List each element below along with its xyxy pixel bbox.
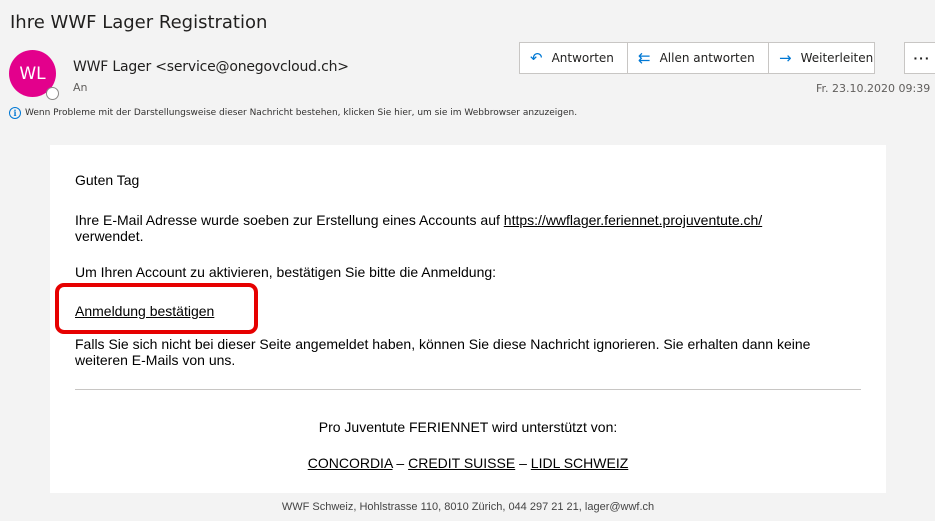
paragraph-account: Ihre E-Mail Adresse wurde soeben zur Ers… — [75, 212, 762, 244]
paragraph-ignore: Falls Sie sich nicht bei dieser Seite an… — [75, 336, 810, 368]
recipient-label[interactable]: An — [73, 81, 88, 94]
reply-all-button[interactable]: ⇇ Allen antworten — [628, 42, 769, 74]
sponsor-link-lidl-schweiz[interactable]: LIDL SCHWEIZ — [531, 455, 629, 471]
sponsors-intro: Pro Juventute FERIENNET wird unterstützt… — [318, 419, 618, 435]
more-icon: ··· — [913, 50, 931, 66]
reply-all-icon: ⇇ — [638, 49, 651, 67]
more-actions-button[interactable]: ··· — [904, 42, 935, 74]
paragraph-account-text: Ihre E-Mail Adresse wurde soeben zur Ers… — [75, 212, 504, 228]
paragraph-ignore-line1: Falls Sie sich nicht bei dieser Seite an… — [75, 336, 811, 352]
info-icon: i — [9, 107, 21, 119]
forward-button[interactable]: → Weiterleiten — [769, 42, 875, 74]
reply-all-label: Allen antworten — [659, 51, 755, 65]
sender-name[interactable]: WWF Lager <service@onegovcloud.ch> — [73, 59, 349, 75]
sponsor-separator: – — [519, 455, 527, 471]
avatar-initials: WL — [19, 63, 46, 84]
reply-label: Antworten — [551, 51, 614, 65]
footer-address: WWF Schweiz, Hohlstrasse 110, 8010 Züric… — [281, 501, 655, 513]
presence-indicator-icon — [46, 87, 59, 100]
message-actions: ↶ Antworten ⇇ Allen antworten → Weiterle… — [519, 42, 875, 74]
forward-label: Weiterleiten — [800, 51, 874, 65]
sponsor-separator: – — [396, 455, 405, 471]
sponsors-list: CONCORDIA – CREDIT SUISSE – LIDL SCHWEIZ — [50, 455, 886, 471]
info-bar-text: Wenn Probleme mit der Darstellungsweise … — [25, 108, 578, 118]
feriennet-link[interactable]: https://wwflager.feriennet.projuventute.… — [504, 212, 762, 228]
sponsor-link-concordia[interactable]: CONCORDIA — [308, 455, 393, 471]
paragraph-account-end: verwendet. — [75, 228, 144, 244]
mail-subject: Ihre WWF Lager Registration — [10, 12, 268, 33]
greeting: Guten Tag — [75, 172, 140, 188]
reply-button[interactable]: ↶ Antworten — [519, 42, 628, 74]
paragraph-activate: Um Ihren Account zu aktivieren, bestätig… — [75, 264, 497, 280]
paragraph-ignore-line2: weiteren E-Mails von uns. — [75, 352, 236, 368]
received-date: Fr. 23.10.2020 09:39 — [816, 82, 931, 95]
highlight-box — [55, 283, 258, 334]
forward-icon: → — [779, 49, 792, 67]
mail-header: Ihre WWF Lager Registration WL WWF Lager… — [0, 0, 935, 122]
info-bar[interactable]: i Wenn Probleme mit der Darstellungsweis… — [9, 107, 577, 119]
reply-icon: ↶ — [530, 49, 543, 67]
sponsor-link-credit-suisse[interactable]: CREDIT SUISSE — [408, 455, 515, 471]
divider — [75, 389, 861, 390]
